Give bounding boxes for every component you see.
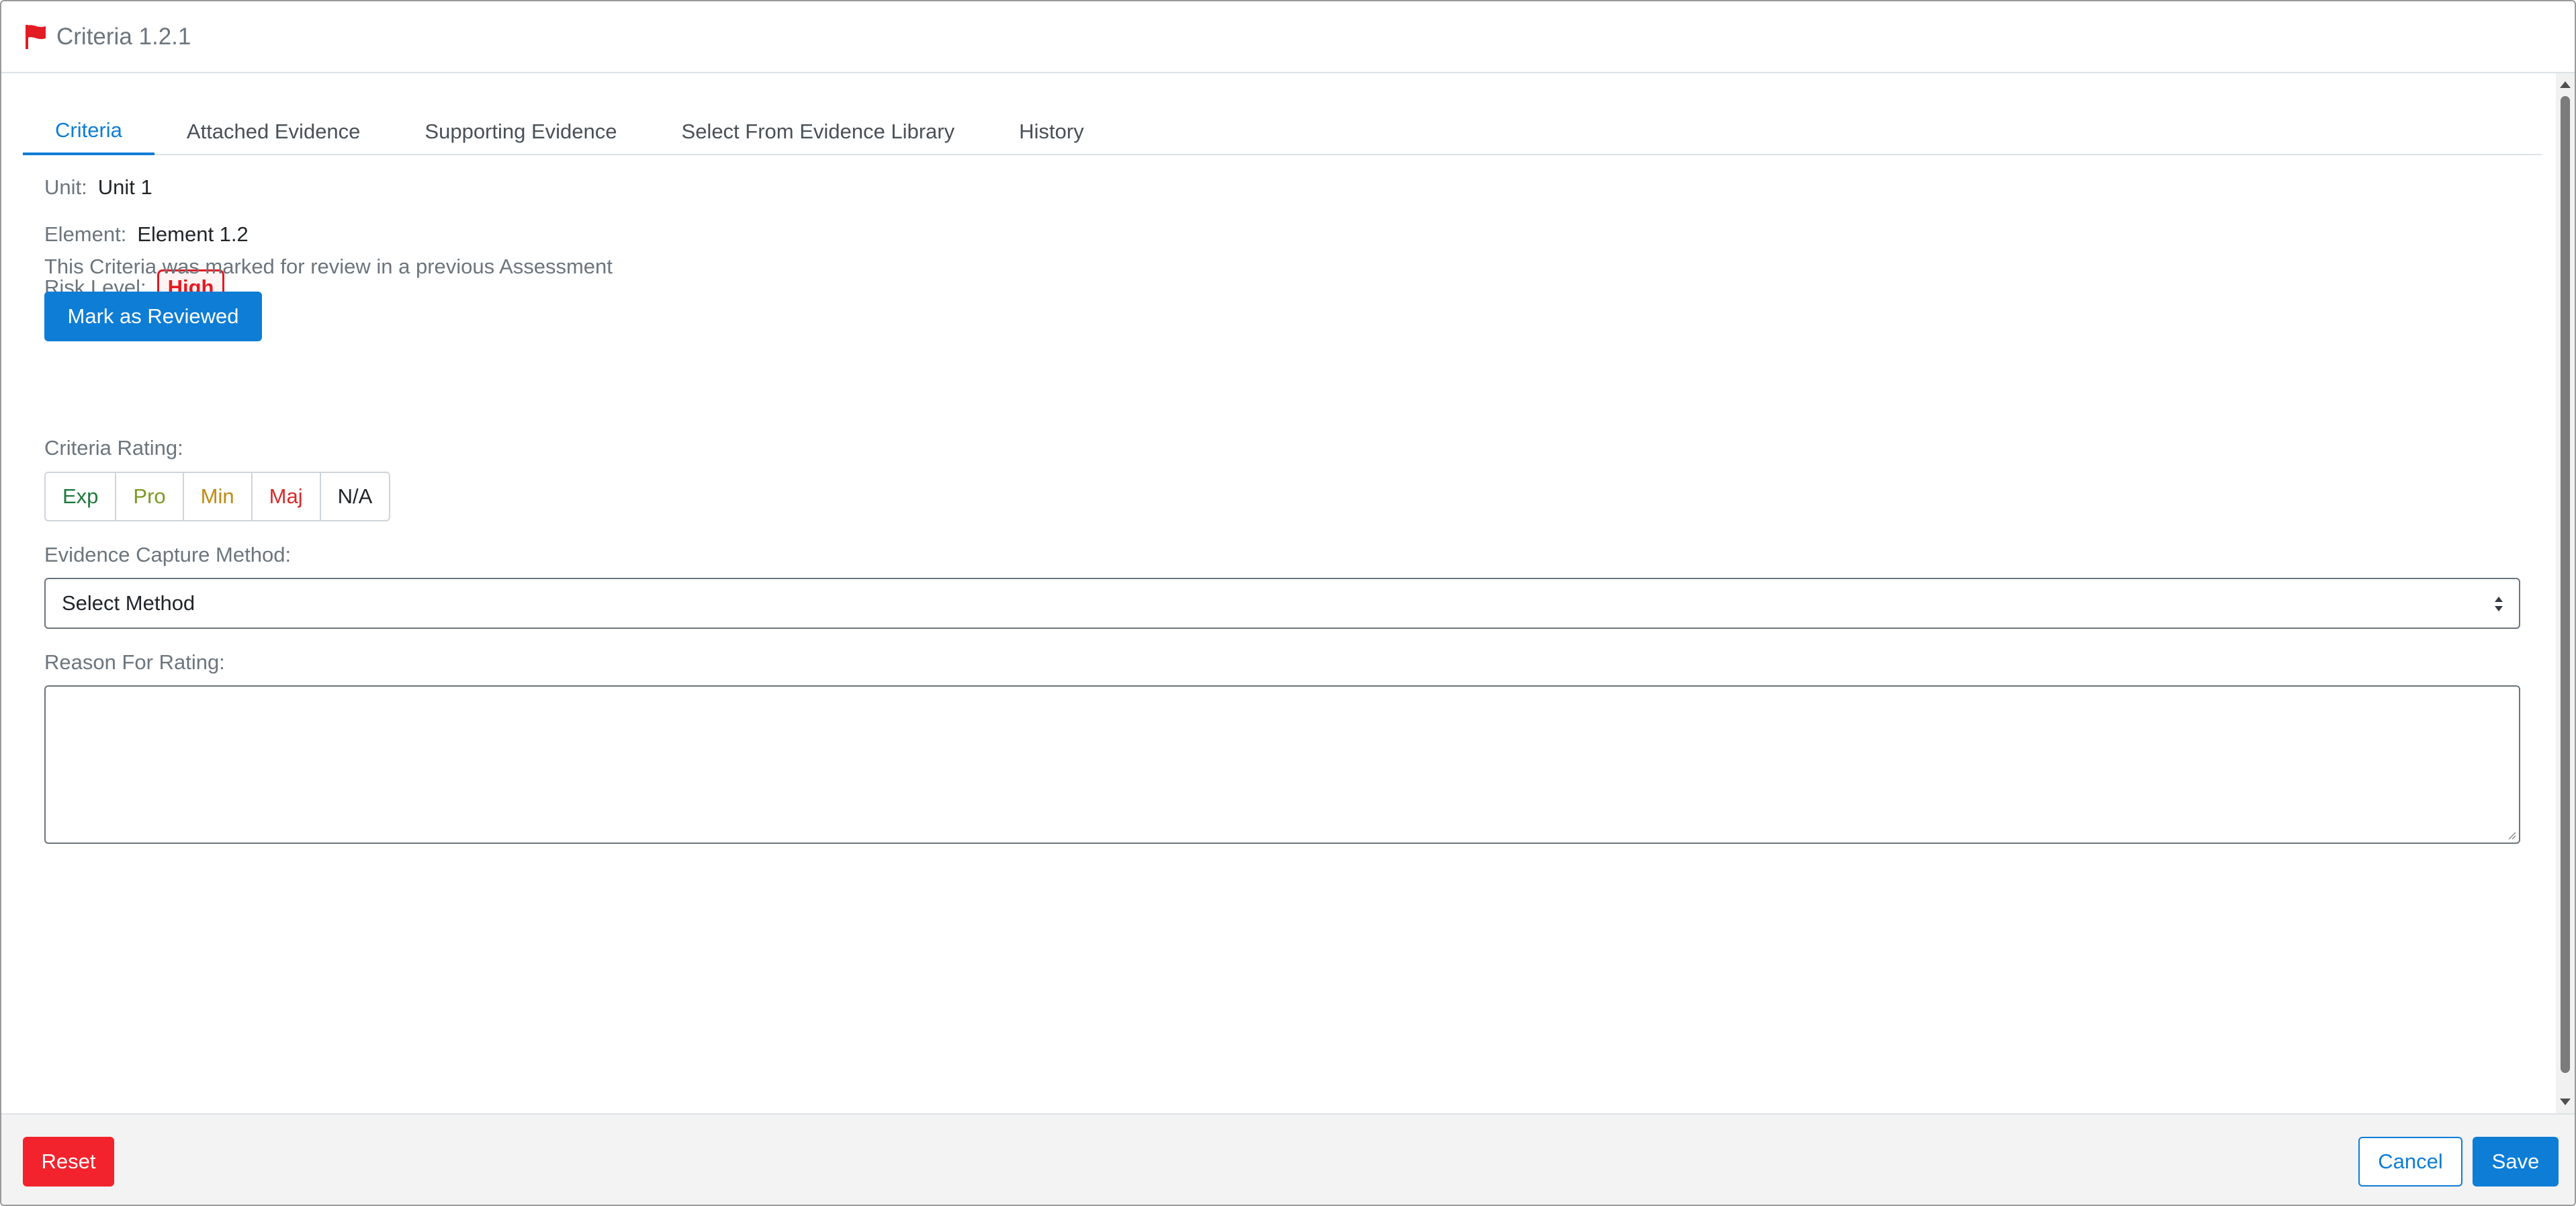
element-label: Element: (44, 222, 127, 246)
tab-evidence-library[interactable]: Select From Evidence Library (650, 108, 987, 155)
rating-maj-button[interactable]: Maj (252, 473, 321, 520)
select-arrows-icon (2493, 594, 2504, 614)
unit-label: Unit: (44, 175, 87, 199)
mark-as-reviewed-button[interactable]: Mark as Reviewed (44, 292, 262, 341)
flag-icon (24, 24, 47, 50)
reset-button[interactable]: Reset (23, 1137, 114, 1187)
dialog-header: Criteria 1.2.1 (1, 1, 2575, 73)
scroll-up-icon[interactable] (2560, 81, 2571, 88)
reason-for-rating-textarea[interactable] (44, 685, 2520, 844)
tab-history[interactable]: History (987, 108, 1116, 155)
evidence-capture-method-select[interactable]: Select Method (44, 578, 2520, 629)
unit-value: Unit 1 (97, 175, 152, 199)
criteria-rating-group: Exp Pro Min Maj N/A (44, 472, 391, 521)
rating-exp-button[interactable]: Exp (46, 473, 117, 520)
scroll-thumb[interactable] (2561, 96, 2570, 1073)
evidence-capture-method-value: Select Method (62, 591, 195, 615)
reason-for-rating-label: Reason For Rating: (44, 650, 225, 674)
evidence-capture-method-label: Evidence Capture Method: (44, 543, 292, 566)
tab-supporting-evidence[interactable]: Supporting Evidence (392, 108, 649, 155)
rating-na-button[interactable]: N/A (320, 473, 390, 520)
unit-row: Unit: Unit 1 (44, 175, 152, 200)
resize-grip-icon[interactable] (2505, 829, 2516, 840)
criteria-dialog: Criteria 1.2.1 Criteria Attached Evidenc… (0, 0, 2576, 1206)
body-scrollbar[interactable] (2556, 73, 2575, 1113)
tab-attached-evidence[interactable]: Attached Evidence (154, 108, 393, 155)
element-row: Element: Element 1.2 (44, 222, 249, 247)
review-note: This Criteria was marked for review in a… (44, 255, 613, 278)
tab-criteria[interactable]: Criteria (23, 108, 154, 155)
dialog-title: Criteria 1.2.1 (56, 23, 191, 50)
dialog-footer: Reset Cancel Save (1, 1113, 2575, 1205)
criteria-rating-label: Criteria Rating: (44, 436, 183, 460)
save-button[interactable]: Save (2473, 1137, 2559, 1187)
cancel-button[interactable]: Cancel (2358, 1137, 2462, 1187)
rating-pro-button[interactable]: Pro (116, 473, 184, 520)
element-value: Element 1.2 (137, 222, 249, 246)
tab-bar: Criteria Attached Evidence Supporting Ev… (23, 108, 2542, 155)
rating-min-button[interactable]: Min (183, 473, 253, 520)
scroll-down-icon[interactable] (2560, 1099, 2571, 1105)
